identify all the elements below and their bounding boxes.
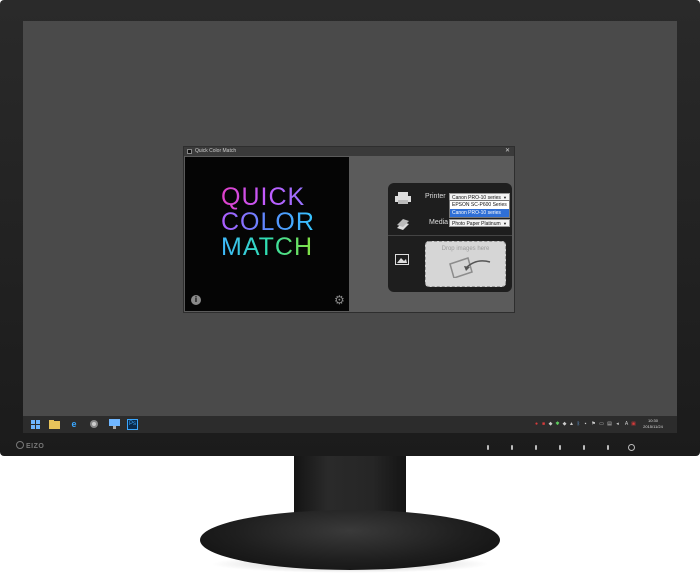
printer-dropdown-list: EPSON SC-P600 Series Canon PRO-10 series [449,200,510,218]
bezel-button[interactable] [583,445,585,450]
eizo-logo: EIZO [16,441,44,450]
ime-indicator[interactable]: A [624,421,629,427]
windows-start-icon[interactable] [28,418,42,431]
close-button[interactable]: ✕ [505,147,510,156]
printer-option[interactable]: EPSON SC-P600 Series [450,201,509,209]
splash-panel: QUICK COLOR MATCH i ⚙ [185,157,349,311]
bezel-button[interactable] [487,445,489,450]
media-select-value: Photo Paper Platinum [452,221,501,227]
eizo-mark-icon [16,441,24,449]
flag-icon[interactable]: ⚑ [591,421,596,427]
tray-app-icon[interactable]: ✱ [555,421,560,427]
app-icon[interactable] [87,418,101,431]
brand-line-quick: QUICK [221,185,315,210]
settings-panel: Printer Canon PRO-10 series ▼ EPSON SC-P… [388,183,512,292]
taskbar: e Ps ● ■ ◆ ✱ ◆ ▲ ᛒ ▪ ⚑ ▭ ▤ ◂ A ▣ 10:30 2 [23,416,677,433]
display-icon[interactable]: ▭ [599,421,604,427]
power-button[interactable] [628,444,635,451]
window-titlebar[interactable]: Quick Color Match ✕ [184,147,514,156]
eizo-brand: EIZO [26,443,45,450]
gear-icon[interactable]: ⚙ [334,294,346,306]
photoshop-icon[interactable]: Ps [127,419,138,430]
tray-app-icon[interactable]: ▲ [569,421,574,427]
media-label: Media [429,219,449,226]
brand-logo: QUICK COLOR MATCH [221,185,315,260]
image-icon [395,254,411,266]
bezel-button[interactable] [607,445,609,450]
monitor-bezel: Quick Color Match ✕ QUICK COLOR MATCH i … [0,0,700,456]
bezel-button[interactable] [559,445,561,450]
internet-explorer-icon[interactable]: e [67,418,81,431]
tray-app-icon[interactable]: ▪ [583,421,588,427]
tray-app-icon[interactable]: ◆ [562,421,567,427]
bluetooth-icon[interactable]: ᛒ [576,421,581,427]
printer-row: Printer Canon PRO-10 series ▼ EPSON SC-P… [388,183,512,218]
monitor-icon[interactable] [107,418,121,431]
quick-color-match-window: Quick Color Match ✕ QUICK COLOR MATCH i … [183,146,515,313]
printer-label: Printer [425,193,446,200]
paper-stack-icon [395,218,411,230]
drop-zone-text: Drop images here [441,246,490,252]
brand-line-match: MATCH [221,233,314,261]
tray-app-icon[interactable]: ■ [541,421,546,427]
record-icon[interactable]: ● [534,421,539,427]
brand-line-color: COLOR [221,208,315,236]
window-title: Quick Color Match [195,148,237,154]
bezel-button[interactable] [511,445,513,450]
printer-icon [395,192,411,204]
drop-row: Drop images here [388,235,512,293]
clock[interactable]: 10:30 2015/11/24 [635,418,671,430]
app-icon [187,149,192,154]
tray-app-icon[interactable]: ◆ [548,421,553,427]
file-explorer-icon[interactable] [47,418,61,431]
media-select[interactable]: Photo Paper Platinum ▼ [449,219,510,227]
monitor-stand-base [200,510,500,570]
volume-icon[interactable]: ◂ [615,421,620,427]
desktop-screen: Quick Color Match ✕ QUICK COLOR MATCH i … [23,21,677,433]
info-icon[interactable]: i [191,295,201,305]
bezel-button[interactable] [535,445,537,450]
drop-zone[interactable]: Drop images here [425,241,506,287]
clock-date: 2015/11/24 [643,424,663,429]
printer-option-selected[interactable]: Canon PRO-10 series [450,209,509,217]
network-icon[interactable]: ▤ [607,421,612,427]
drop-arrow-icon [449,257,491,278]
chevron-down-icon: ▼ [503,221,507,226]
